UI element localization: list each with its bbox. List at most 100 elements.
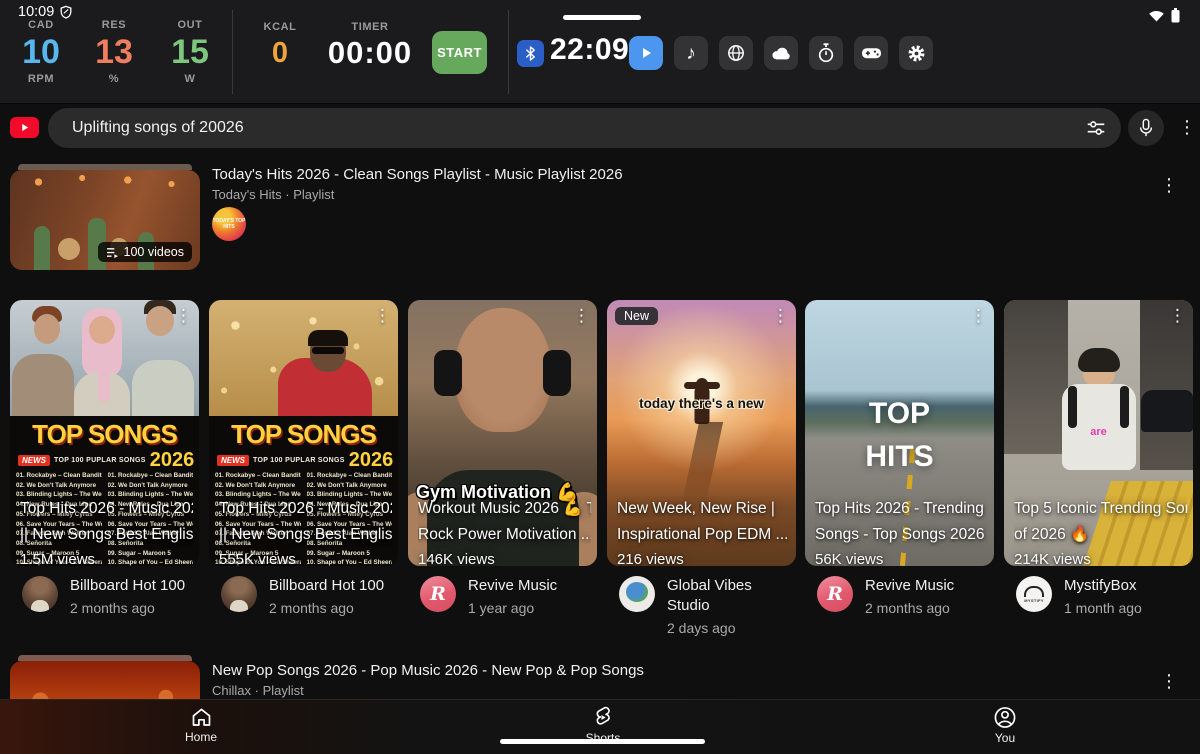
timer-value: 00:00	[328, 33, 412, 73]
bar-clock: 22:09	[550, 33, 629, 67]
video-menu-button[interactable]: ⋮	[374, 306, 391, 326]
video-thumbnail[interactable]: New today there's a new ⋮ New Week, New …	[607, 300, 796, 566]
video-thumbnail[interactable]: TOP HITS ⋮ Top Hits 2026 - Trending Song…	[805, 300, 994, 566]
video-title-overlay[interactable]: Top 5 Iconic Trending Songs of 2026 🔥 21…	[1014, 496, 1187, 566]
bluetooth-icon	[524, 45, 537, 62]
output-label: OUT	[177, 19, 202, 31]
video-thumbnail[interactable]: Gym Motivation 💪 ⋮ Workout Music 2026 💪 …	[408, 300, 597, 566]
voice-search-button[interactable]	[1128, 110, 1164, 146]
video-title-overlay[interactable]: Top Hits 2026 - Music 2026 || New Songs …	[219, 496, 392, 566]
video-menu-button[interactable]: ⋮	[772, 306, 789, 326]
start-button[interactable]: START	[432, 31, 487, 74]
video-menu-button[interactable]: ⋮	[573, 306, 590, 326]
playlist-count-text: 100 videos	[124, 245, 184, 259]
playlist-icon	[106, 247, 119, 258]
playlist-title[interactable]: Today's Hits 2026 - Clean Songs Playlist…	[212, 166, 623, 183]
split-screen-drag-handle[interactable]	[563, 15, 641, 20]
battery-icon	[1171, 8, 1180, 23]
channel-avatar[interactable]	[619, 576, 655, 612]
play-icon	[639, 46, 653, 60]
channel-name[interactable]: Revive Music	[468, 576, 557, 596]
thumb-caption: today there's a new	[607, 396, 796, 411]
resistance-value: 13	[95, 31, 133, 73]
channel-avatar[interactable]	[221, 576, 257, 612]
channel-name[interactable]: Global Vibes Studio	[667, 576, 796, 616]
browser-app-button[interactable]	[719, 36, 753, 70]
video-age: 2 months ago	[865, 598, 954, 618]
drum	[58, 238, 80, 260]
video-card: TOP HITS ⋮ Top Hits 2026 - Trending Song…	[805, 300, 994, 618]
statusbar-left: 10:09	[18, 4, 73, 20]
video-menu-button[interactable]: ⋮	[175, 306, 192, 326]
globe-icon	[726, 43, 746, 63]
playlist-menu-button[interactable]: ⋮	[1160, 672, 1178, 690]
video-title-line2: || New Songs Best English ...	[219, 522, 392, 548]
video-title-overlay[interactable]: Top Hits 2026 - Music 2026 || New Songs …	[20, 496, 193, 566]
news-subtitle: TOP 100 PUPLAR SONGS	[253, 457, 345, 464]
video-thumbnail[interactable]: TOP SONGS NEWS TOP 100 PUPLAR SONGS 2026…	[209, 300, 398, 566]
cloud-icon	[771, 45, 791, 61]
settings-app-button[interactable]	[899, 36, 933, 70]
thumb-caption: TOP HITS	[805, 392, 994, 478]
video-title-line1: Top Hits 2026 - Music 2026	[219, 496, 392, 522]
video-thumbnail[interactable]: are ⋮ Top 5 Iconic Trending Songs of 202…	[1004, 300, 1193, 566]
you-profile-icon	[993, 705, 1018, 730]
music-note-icon: ♪	[686, 44, 696, 63]
video-card: TOP SONGS NEWS TOP 100 PUPLAR SONGS 2026…	[10, 300, 199, 618]
video-title-overlay[interactable]: New Week, New Rise | Inspirational Pop E…	[617, 496, 790, 566]
channel-name[interactable]: Billboard Hot 100	[70, 576, 185, 596]
video-thumbnail[interactable]: TOP SONGS NEWS TOP 100 PUPLAR SONGS 2026…	[10, 300, 199, 566]
thumb-photo	[209, 300, 398, 416]
cadence-label: CAD	[28, 19, 54, 31]
channel-name[interactable]: Revive Music	[865, 576, 954, 596]
channel-name[interactable]: MystifyBox	[1064, 576, 1142, 596]
playlist-channel-avatar[interactable]: TODAY'S TOP HITS	[212, 207, 246, 241]
video-menu-button[interactable]: ⋮	[1169, 306, 1186, 326]
video-title-overlay[interactable]: Top Hits 2026 - Trending Songs - Top Son…	[815, 496, 988, 566]
thumb-photo	[10, 300, 199, 416]
video-card: New today there's a new ⋮ New Week, New …	[607, 300, 796, 638]
search-row-menu-button[interactable]: ⋮	[1178, 118, 1196, 136]
playlist-thumbnail[interactable]: 100 videos	[10, 170, 200, 270]
top-songs-heading: TOP SONGS	[215, 419, 392, 450]
video-age: 2 months ago	[70, 598, 185, 618]
video-title-line2: Songs - Top Songs 2026 ...	[815, 522, 988, 548]
nav-you[interactable]: You	[993, 705, 1018, 745]
person	[132, 360, 194, 416]
search-input[interactable]: Uplifting songs of 20026	[48, 108, 1121, 148]
games-app-button[interactable]	[854, 36, 888, 70]
channel-name[interactable]: Billboard Hot 100	[269, 576, 384, 596]
bluetooth-button[interactable]	[517, 40, 544, 67]
youtube-logo[interactable]	[10, 117, 39, 138]
gesture-navigation-bar[interactable]	[500, 739, 705, 744]
hair	[1078, 348, 1120, 372]
channel-avatar[interactable]: R	[420, 576, 456, 612]
output-value: 15	[171, 31, 209, 73]
video-title-line1: Top Hits 2026 - Trending	[815, 496, 988, 522]
playlist-subtitle: Chillax · Playlist	[212, 683, 304, 698]
headphone-cup	[434, 350, 462, 396]
channel-avatar[interactable]	[22, 576, 58, 612]
music-app-button[interactable]: ♪	[674, 36, 708, 70]
channel-avatar[interactable]: R	[817, 576, 853, 612]
video-views: 56K views	[815, 549, 988, 566]
channel-avatar[interactable]: MYSTIFY	[1016, 576, 1052, 612]
video-title-line1: Workout Music 2026 💪 The	[418, 496, 591, 522]
wifi-icon	[1148, 9, 1165, 23]
play-button[interactable]	[629, 36, 663, 70]
divider	[232, 10, 233, 94]
app-shortcut-row: ♪	[629, 36, 933, 70]
video-menu-button[interactable]: ⋮	[970, 306, 987, 326]
filter-tune-icon[interactable]	[1085, 117, 1107, 139]
headphone-cup	[543, 350, 571, 396]
cloud-app-button[interactable]	[764, 36, 798, 70]
stopwatch-app-button[interactable]	[809, 36, 843, 70]
face	[89, 316, 115, 344]
resistance-label: RES	[102, 19, 126, 31]
playlist-menu-button[interactable]: ⋮	[1160, 176, 1178, 194]
video-title-overlay[interactable]: Workout Music 2026 💪 The Rock Power Moti…	[418, 496, 591, 566]
video-title-line2: Inspirational Pop EDM ...	[617, 522, 790, 548]
video-views: 555K views	[219, 549, 392, 566]
playlist-title[interactable]: New Pop Songs 2026 - Pop Music 2026 - Ne…	[212, 662, 644, 679]
nav-home[interactable]: Home	[185, 705, 217, 744]
